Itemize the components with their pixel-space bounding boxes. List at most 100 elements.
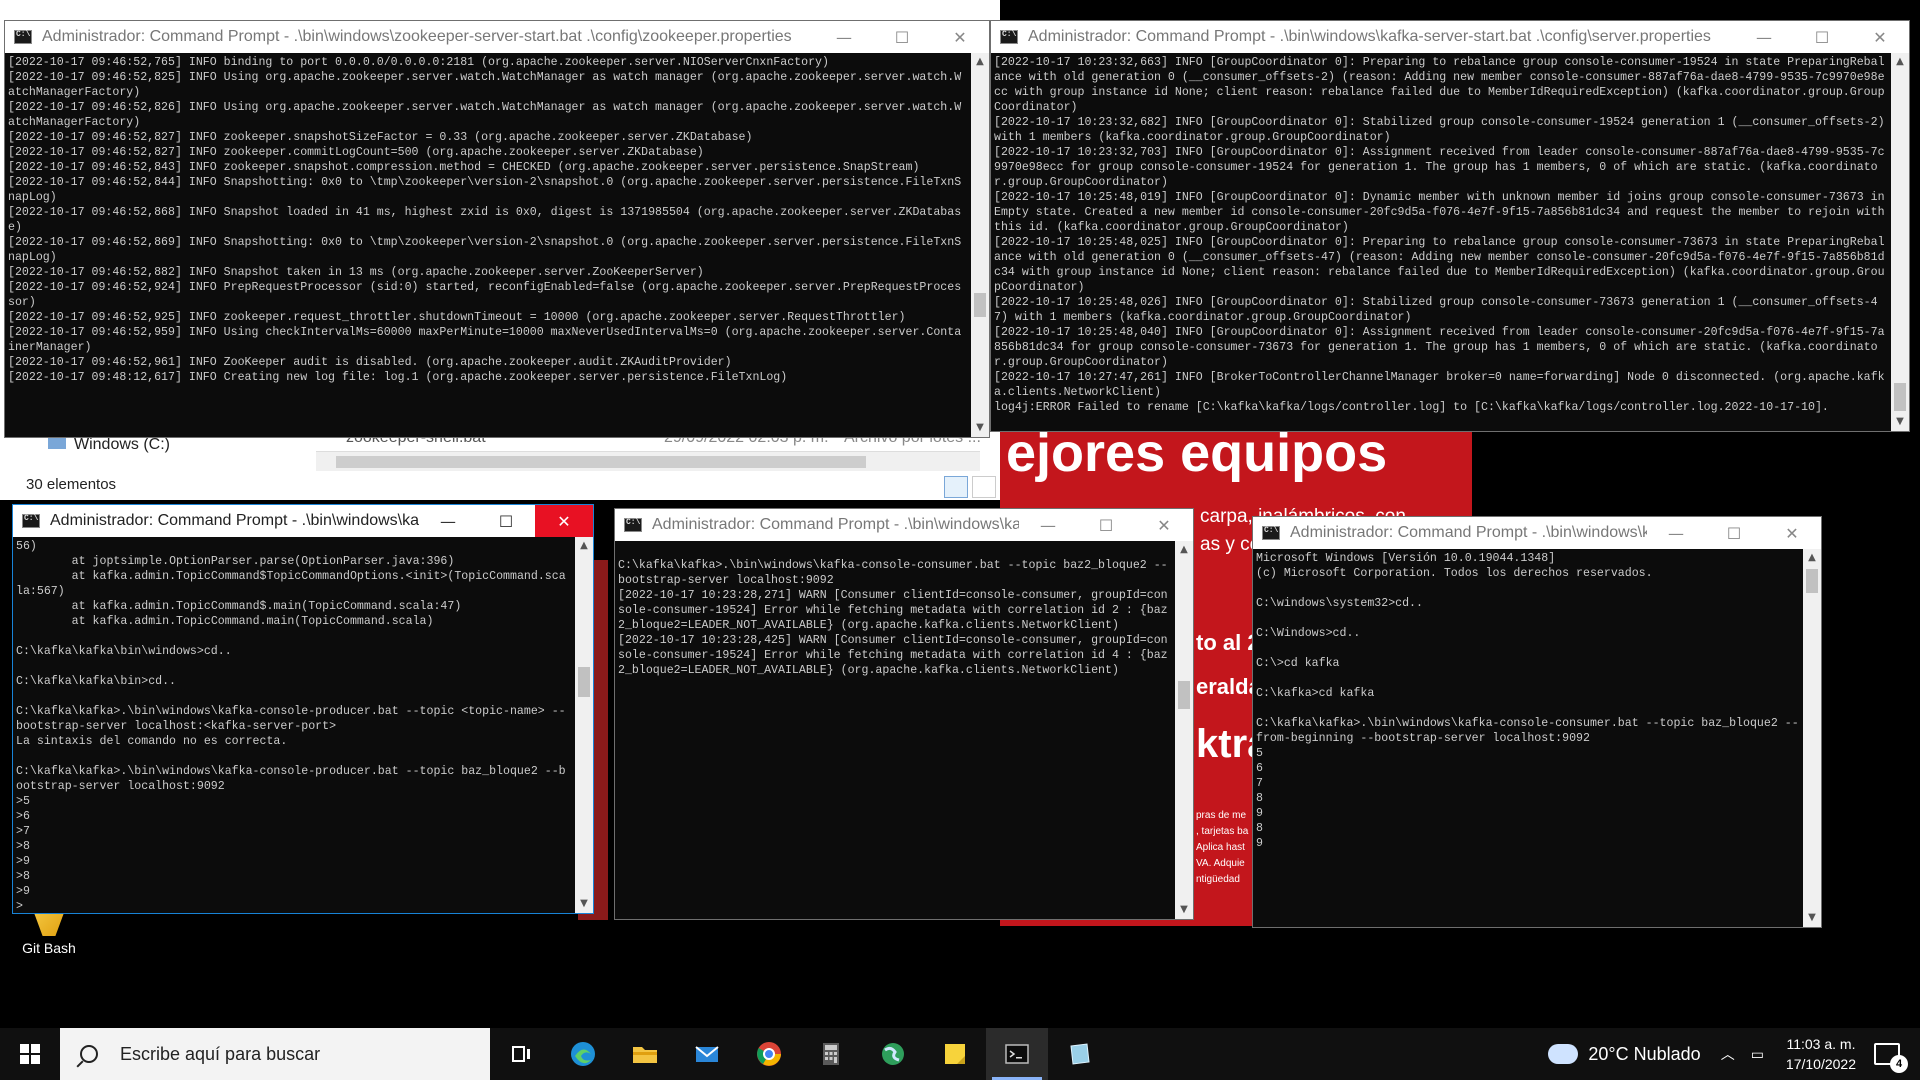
ad-small-text: , tarjetas ba: [1196, 826, 1249, 837]
command-prompt-icon: [624, 518, 642, 532]
kafka-server-titlebar[interactable]: Administrador: Command Prompt - .\bin\wi…: [991, 21, 1909, 53]
command-prompt-taskbar-button[interactable]: [986, 1028, 1048, 1080]
sticky-notes-button[interactable]: [924, 1028, 986, 1080]
producer-titlebar[interactable]: Administrador: Command Prompt - .\bin\wi…: [13, 505, 593, 537]
calculator-icon: [823, 1043, 839, 1065]
scroll-up-arrow-icon[interactable]: ▲: [575, 537, 593, 555]
clock[interactable]: 11:03 a. m. 17/10/2022: [1786, 1034, 1856, 1074]
ad-line: to al 2: [1196, 630, 1260, 655]
folder-icon: [633, 1047, 657, 1063]
notification-center-button[interactable]: 4: [1874, 1043, 1908, 1073]
vertical-scrollbar[interactable]: ▲ ▼: [1175, 541, 1193, 919]
maximize-button[interactable]: ☐: [1077, 509, 1135, 541]
task-view-button[interactable]: [490, 1028, 552, 1080]
scrollbar-thumb[interactable]: [1806, 569, 1818, 593]
minimize-button[interactable]: —: [419, 505, 477, 537]
item-count: 30 elementos: [26, 476, 117, 493]
consumer-console-window-2[interactable]: Administrador: Command Prompt - .\bin\wi…: [1252, 516, 1822, 928]
vertical-scrollbar[interactable]: ▲ ▼: [1803, 549, 1821, 927]
notification-count-badge: 4: [1890, 1055, 1908, 1073]
large-icons-view-button[interactable]: [972, 476, 996, 498]
scrollbar-thumb[interactable]: [578, 667, 590, 697]
git-bash-label: Git Bash: [22, 940, 76, 956]
scroll-down-arrow-icon[interactable]: ▼: [1175, 901, 1193, 919]
scroll-up-arrow-icon[interactable]: ▲: [971, 53, 989, 71]
command-prompt-icon: [22, 514, 40, 528]
file-explorer-button[interactable]: [614, 1028, 676, 1080]
scroll-down-arrow-icon[interactable]: ▼: [575, 895, 593, 913]
chrome-icon: [757, 1042, 781, 1066]
close-button[interactable]: ✕: [1851, 21, 1909, 53]
console-output-area[interactable]: [2022-10-17 10:23:32,663] INFO [GroupCoo…: [991, 53, 1891, 431]
app-window-button[interactable]: [1048, 1028, 1110, 1080]
search-icon: [80, 1045, 98, 1063]
taskbar-search-box[interactable]: Escribe aquí para buscar: [60, 1028, 490, 1080]
browser-globe-button[interactable]: [862, 1028, 924, 1080]
scroll-up-arrow-icon[interactable]: ▲: [1175, 541, 1193, 559]
console-text: [2022-10-17 10:23:32,663] INFO [GroupCoo…: [994, 56, 1885, 414]
vertical-scrollbar[interactable]: ▲ ▼: [971, 53, 989, 437]
horizontal-scrollbar[interactable]: [316, 451, 980, 471]
globe-icon: [882, 1043, 904, 1065]
calculator-button[interactable]: [800, 1028, 862, 1080]
weather-widget[interactable]: 20°C Nublado: [1588, 1044, 1700, 1065]
console-output-area[interactable]: C:\kafka\kafka>.\bin\windows\kafka-conso…: [615, 541, 1175, 919]
consumer-console-window-1[interactable]: Administrador: Command Prompt - .\bin\wi…: [614, 508, 1194, 920]
maximize-button[interactable]: ☐: [477, 505, 535, 537]
details-view-button[interactable]: [944, 476, 968, 498]
task-view-icon: [512, 1046, 530, 1062]
scrollbar-thumb[interactable]: [974, 293, 986, 317]
edge-button[interactable]: [552, 1028, 614, 1080]
chevron-up-icon[interactable]: ︿: [1721, 1044, 1735, 1064]
console-text: [2022-10-17 09:46:52,765] INFO binding t…: [8, 56, 962, 384]
ad-small-text: VA. Adquie: [1196, 858, 1245, 869]
mail-button[interactable]: [676, 1028, 738, 1080]
maximize-button[interactable]: ☐: [1705, 517, 1763, 549]
scroll-up-arrow-icon[interactable]: ▲: [1891, 53, 1909, 71]
system-tray: 20°C Nublado ︿ ▭ 11:03 a. m. 17/10/2022 …: [1548, 1028, 1920, 1080]
scrollbar-thumb[interactable]: [1894, 383, 1906, 411]
consumer-1-titlebar[interactable]: Administrador: Command Prompt - .\bin\wi…: [615, 509, 1193, 541]
minimize-button[interactable]: —: [1647, 517, 1705, 549]
consumer-2-titlebar[interactable]: Administrador: Command Prompt - .\bin\wi…: [1253, 517, 1821, 549]
scrollbar-thumb[interactable]: [336, 456, 866, 468]
edge-icon: [571, 1042, 595, 1066]
minimize-button[interactable]: —: [1735, 21, 1793, 53]
vertical-scrollbar[interactable]: ▲ ▼: [1891, 53, 1909, 431]
clock-time: 11:03 a. m.: [1786, 1036, 1856, 1052]
scrollbar-thumb[interactable]: [1178, 681, 1190, 709]
scroll-up-arrow-icon[interactable]: ▲: [1803, 549, 1821, 567]
close-button[interactable]: ✕: [1135, 509, 1193, 541]
console-output-area[interactable]: Microsoft Windows [Versión 10.0.19044.13…: [1253, 549, 1803, 927]
command-prompt-icon: [1005, 1044, 1029, 1064]
scroll-down-arrow-icon[interactable]: ▼: [971, 419, 989, 437]
command-prompt-icon: [1000, 30, 1018, 44]
maximize-button[interactable]: ☐: [873, 21, 931, 53]
battery-icon[interactable]: ▭: [1751, 1046, 1764, 1063]
kafka-server-console-window[interactable]: Administrador: Command Prompt - .\bin\wi…: [990, 20, 1910, 432]
scroll-down-arrow-icon[interactable]: ▼: [1803, 909, 1821, 927]
scroll-down-arrow-icon[interactable]: ▼: [1891, 413, 1909, 431]
console-output-area[interactable]: 56) at joptsimple.OptionParser.parse(Opt…: [13, 537, 575, 913]
chrome-button[interactable]: [738, 1028, 800, 1080]
close-button[interactable]: ✕: [1763, 517, 1821, 549]
ad-headline: ejores equipos: [1006, 430, 1388, 483]
cloud-icon: [1548, 1044, 1579, 1064]
window-title: Administrador: Command Prompt - .\bin\wi…: [50, 512, 419, 529]
zookeeper-console-window[interactable]: Administrador: Command Prompt - .\bin\wi…: [4, 20, 990, 438]
git-bash-shortcut[interactable]: Git Bash: [14, 910, 84, 956]
close-button[interactable]: ✕: [931, 21, 989, 53]
minimize-button[interactable]: —: [1019, 509, 1077, 541]
mail-icon: [695, 1046, 719, 1062]
console-output-area[interactable]: [2022-10-17 09:46:52,765] INFO binding t…: [5, 53, 971, 437]
close-button[interactable]: ✕: [535, 505, 593, 537]
vertical-scrollbar[interactable]: ▲ ▼: [575, 537, 593, 913]
producer-console-window[interactable]: Administrador: Command Prompt - .\bin\wi…: [12, 504, 594, 914]
zookeeper-titlebar[interactable]: Administrador: Command Prompt - .\bin\wi…: [5, 21, 989, 53]
start-button[interactable]: [0, 1028, 60, 1080]
window-title: Administrador: Command Prompt - .\bin\wi…: [652, 516, 1019, 533]
command-prompt-icon: [1262, 526, 1280, 540]
minimize-button[interactable]: —: [815, 21, 873, 53]
maximize-button[interactable]: ☐: [1793, 21, 1851, 53]
nav-drive-c[interactable]: Windows (C:): [48, 436, 170, 454]
